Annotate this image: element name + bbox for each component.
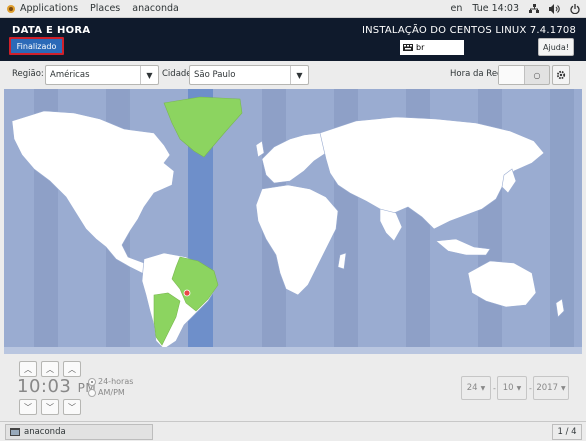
chevron-down-icon: ▼ bbox=[561, 384, 566, 392]
chevron-down-icon: ▼ bbox=[140, 66, 158, 84]
minute-down-button[interactable]: ﹀ bbox=[41, 399, 59, 415]
date-separator: - bbox=[493, 384, 496, 393]
gear-icon bbox=[556, 70, 566, 80]
gnome-top-bar: Applications Places anaconda en Tue 14:0… bbox=[0, 0, 586, 18]
applications-label: Applications bbox=[20, 3, 79, 14]
antarctica bbox=[4, 347, 582, 354]
window-list-bar: anaconda 1 / 4 bbox=[0, 421, 586, 441]
time-date-panel: ︿ ︿ ︿ 10:03 PM 24-horas AM/PM ﹀ ﹀ ﹀ 24 ▼… bbox=[0, 354, 586, 421]
gnome-foot-icon bbox=[7, 4, 15, 13]
chevron-up-icon: ︿ bbox=[68, 364, 76, 374]
hour-up-button[interactable]: ︿ bbox=[19, 361, 37, 377]
hour-down-button[interactable]: ﹀ bbox=[19, 399, 37, 415]
power-icon[interactable] bbox=[570, 3, 580, 14]
workspace-switcher[interactable]: 1 / 4 bbox=[552, 424, 582, 440]
done-button[interactable]: Finalizado bbox=[9, 37, 64, 55]
month-value: 10 bbox=[502, 383, 514, 393]
ampm-up-button[interactable]: ︿ bbox=[63, 361, 81, 377]
chevron-down-icon: ﹀ bbox=[68, 402, 76, 412]
chevron-down-icon: ▼ bbox=[290, 66, 308, 84]
chevron-down-icon: ﹀ bbox=[46, 402, 54, 412]
chevron-down-icon: ▼ bbox=[516, 384, 522, 392]
window-icon bbox=[10, 427, 20, 436]
city-marker[interactable] bbox=[183, 289, 191, 297]
minute-up-button[interactable]: ︿ bbox=[41, 361, 59, 377]
format-24h-radio[interactable]: 24-horas bbox=[88, 377, 133, 386]
active-app-menu[interactable]: anaconda bbox=[132, 3, 179, 14]
help-button[interactable]: Ajuda! bbox=[538, 38, 574, 56]
timezone-controls: Região: Américas ▼ Cidade: São Paulo ▼ H… bbox=[0, 61, 586, 89]
volume-icon[interactable] bbox=[549, 3, 560, 14]
switch-off-indicator: ○ bbox=[533, 70, 541, 80]
window-list-label: anaconda bbox=[24, 426, 66, 437]
year-value: 2017 bbox=[536, 383, 558, 393]
format-24h-label: 24-horas bbox=[98, 377, 134, 386]
switch-knob bbox=[499, 66, 525, 84]
day-value: 24 bbox=[466, 383, 478, 393]
greenland bbox=[163, 96, 243, 158]
region-label: Região: bbox=[12, 69, 44, 79]
day-combo[interactable]: 24 ▼ bbox=[461, 376, 491, 400]
page-title: DATA E HORA bbox=[12, 25, 91, 36]
chevron-down-icon: ﹀ bbox=[24, 402, 32, 412]
window-list-item[interactable]: anaconda bbox=[5, 423, 153, 440]
places-menu[interactable]: Places bbox=[90, 3, 120, 14]
chevron-up-icon: ︿ bbox=[46, 364, 54, 374]
network-icon[interactable] bbox=[529, 3, 539, 14]
chevron-up-icon: ︿ bbox=[24, 364, 32, 374]
city-combo[interactable]: São Paulo ▼ bbox=[189, 65, 309, 85]
radio-unselected-icon bbox=[88, 388, 96, 397]
timezone-map[interactable] bbox=[4, 89, 582, 354]
chevron-down-icon: ▼ bbox=[480, 384, 486, 392]
network-time-switch[interactable]: ○ bbox=[498, 65, 550, 85]
ntp-config-button[interactable] bbox=[552, 65, 570, 85]
city-value: São Paulo bbox=[194, 70, 236, 80]
format-ampm-radio[interactable]: AM/PM bbox=[88, 388, 125, 397]
india bbox=[379, 208, 403, 242]
applications-menu[interactable]: Applications bbox=[6, 3, 78, 14]
region-combo[interactable]: Américas ▼ bbox=[45, 65, 159, 85]
keyboard-layout-label: br bbox=[416, 43, 425, 52]
month-combo[interactable]: 10 ▼ bbox=[497, 376, 527, 400]
product-title: INSTALAÇÃO DO CENTOS LINUX 7.4.1708 bbox=[361, 25, 576, 36]
keyboard-icon bbox=[403, 44, 413, 51]
time-display: 10:03 PM bbox=[17, 376, 96, 397]
date-separator: - bbox=[529, 384, 532, 393]
world-map[interactable] bbox=[4, 89, 582, 354]
spoke-header: DATA E HORA Finalizado INSTALAÇÃO DO CEN… bbox=[0, 18, 586, 61]
time-value: 10:03 bbox=[17, 376, 72, 397]
region-value: Américas bbox=[50, 70, 90, 80]
year-combo[interactable]: 2017 ▼ bbox=[533, 376, 569, 400]
format-ampm-label: AM/PM bbox=[98, 388, 125, 397]
keyboard-layout-indicator[interactable]: br bbox=[400, 40, 464, 55]
clock[interactable]: Tue 14:03 bbox=[472, 3, 519, 14]
radio-selected-icon bbox=[88, 377, 96, 386]
ampm-down-button[interactable]: ﹀ bbox=[63, 399, 81, 415]
language-indicator[interactable]: en bbox=[451, 3, 463, 14]
